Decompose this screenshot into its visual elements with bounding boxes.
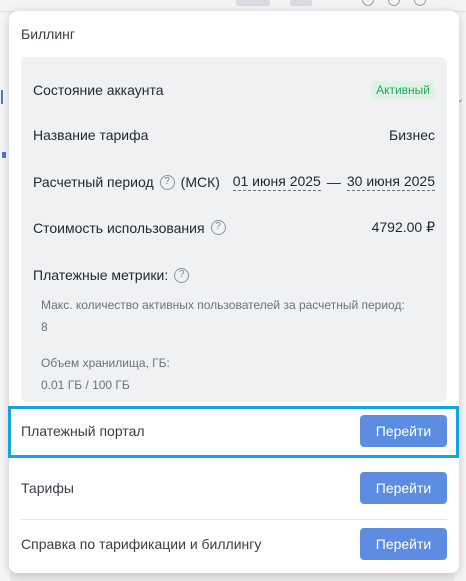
metric-value: 0.01 ГБ / 100 ГБ xyxy=(41,378,130,392)
user-icon xyxy=(414,0,426,6)
popup-title: Биллинг xyxy=(21,26,76,42)
background-nav-marker xyxy=(2,152,6,158)
link-row-billing-help: Справка по тарификации и биллингу Перейт… xyxy=(21,519,447,567)
background-nav-marker xyxy=(1,90,7,104)
payment-metrics-row: Платежные метрики: ? xyxy=(33,267,435,283)
billing-popup: Биллинг Состояние аккаунта Активный Назв… xyxy=(9,11,459,573)
link-label: Справка по тарификации и биллингу xyxy=(21,535,262,552)
account-status-row: Состояние аккаунта Активный xyxy=(33,81,435,99)
timezone-label: (МСК) xyxy=(180,174,220,190)
plan-name-row: Название тарифа Бизнес xyxy=(33,127,435,143)
gear-icon xyxy=(388,0,400,6)
billing-period-row: Расчетный период ? (МСК) 01 июня 2025 — … xyxy=(33,173,435,191)
metric-label: Объем хранилища, ГБ: xyxy=(41,356,170,370)
help-icon[interactable]: ? xyxy=(210,220,226,235)
payment-metrics-label: Платежные метрики: xyxy=(33,267,169,283)
status-badge: Активный xyxy=(371,81,435,99)
help-icon xyxy=(362,0,374,6)
help-icon[interactable]: ? xyxy=(159,174,175,190)
period-start-date[interactable]: 01 июня 2025 xyxy=(232,173,321,191)
usage-cost-label: Стоимость использования xyxy=(33,219,205,236)
metric-value: 8 xyxy=(41,320,48,334)
usage-cost-value: 4792.00 ₽ xyxy=(371,219,435,235)
go-billing-help-button[interactable]: Перейти xyxy=(360,527,447,560)
go-payment-portal-button[interactable]: Перейти xyxy=(360,415,447,447)
background-header-block xyxy=(290,0,312,6)
billing-info-card: Состояние аккаунта Активный Название тар… xyxy=(21,57,447,402)
plan-name-value: Бизнес xyxy=(389,127,435,143)
background-header-icons xyxy=(362,0,426,6)
help-icon[interactable]: ? xyxy=(174,267,190,283)
link-label: Платежный портал xyxy=(21,423,145,439)
background-header-block xyxy=(236,0,270,6)
period-end-date[interactable]: 30 июня 2025 xyxy=(346,173,435,191)
go-tariffs-button[interactable]: Перейти xyxy=(360,472,447,504)
link-label: Тарифы xyxy=(21,480,74,496)
period-separator: — xyxy=(326,174,341,190)
billing-period-label: Расчетный период xyxy=(33,174,154,190)
metric-label: Макс. количество активных пользователей … xyxy=(41,298,405,312)
link-row-tariffs: Тарифы Перейти xyxy=(21,464,447,512)
usage-cost-row: Стоимость использования ? 4792.00 ₽ xyxy=(33,219,435,236)
link-row-payment-portal: Платежный портал Перейти xyxy=(21,407,447,455)
account-status-label: Состояние аккаунта xyxy=(33,82,164,98)
plan-name-label: Название тарифа xyxy=(33,127,149,143)
